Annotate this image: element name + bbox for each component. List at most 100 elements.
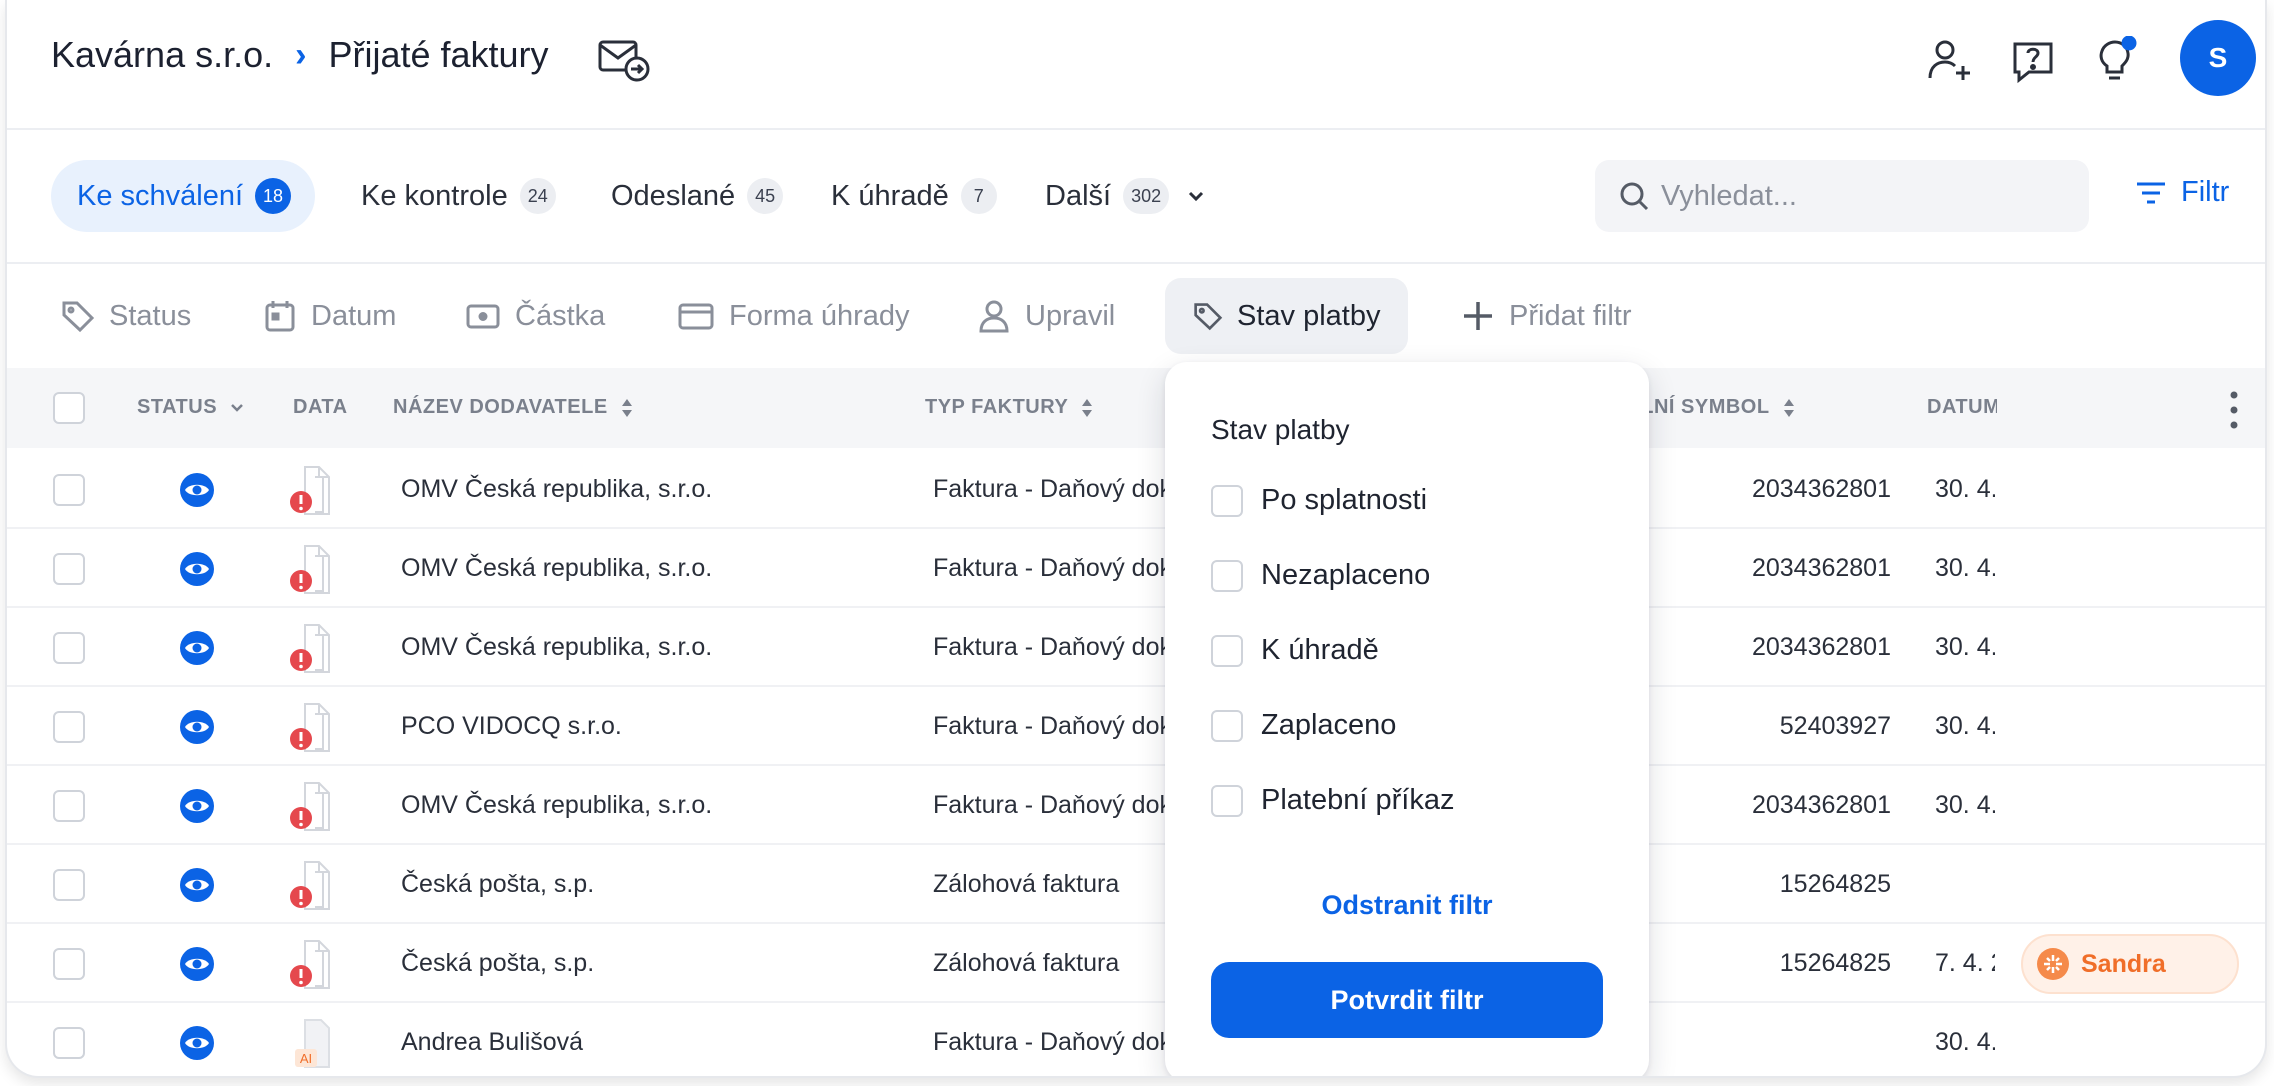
chip-datum[interactable]: Datum <box>263 278 396 354</box>
assignee-tag[interactable]: Sandra <box>2021 934 2239 994</box>
filter-chip-bar: Status Datum Částka Forma úhrady Upravil <box>7 266 2265 366</box>
chip-label: Přidat filtr <box>1509 299 1632 332</box>
row-checkbox[interactable] <box>53 711 85 743</box>
eye-status-icon[interactable] <box>179 867 215 903</box>
avatar[interactable]: S <box>2180 20 2256 96</box>
filter-button[interactable]: Filtr <box>2135 176 2229 209</box>
invoice-type: Faktura - Daňový doklad <box>933 475 1171 503</box>
variable-symbol-value: 2034362801 <box>1751 475 1891 503</box>
confirm-filter-button[interactable]: Potvrdit filtr <box>1211 962 1603 1038</box>
row-checkbox[interactable] <box>53 948 85 980</box>
more-vertical-icon[interactable] <box>2227 388 2241 432</box>
table-row[interactable]: AI Andrea Bulišová Faktura - Daňový dokl… <box>7 1003 2265 1076</box>
user-icon <box>979 300 1009 333</box>
option-checkbox[interactable] <box>1211 784 1243 817</box>
eye-status-icon[interactable] <box>179 472 215 508</box>
option-k-uhrade[interactable]: K úhradě <box>1211 634 1379 667</box>
chip-upravil[interactable]: Upravil <box>977 278 1115 354</box>
table-row[interactable]: OMV Česká republika, s.r.o. Faktura - Da… <box>7 450 2265 529</box>
app-window: Kavárna s.r.o. › Přijaté faktury S Ke sc… <box>5 0 2267 1078</box>
eye-status-icon[interactable] <box>179 551 215 587</box>
add-user-icon[interactable] <box>1925 36 1973 84</box>
help-icon[interactable] <box>2009 36 2057 84</box>
chip-status[interactable]: Status <box>61 278 191 354</box>
variable-symbol-value: 2034362801 <box>1751 633 1891 661</box>
row-checkbox[interactable] <box>53 632 85 664</box>
variable-symbol <box>1635 1028 1891 1057</box>
variable-symbol: 2034362801 <box>1635 791 1891 820</box>
option-platebni-prikaz[interactable]: Platební příkaz <box>1211 784 1454 817</box>
table-row[interactable]: PCO VIDOCQ s.r.o. Faktura - Daňový dokla… <box>7 687 2265 766</box>
option-checkbox[interactable] <box>1211 484 1243 517</box>
search-input[interactable] <box>1661 179 2061 213</box>
mail-forward-icon[interactable] <box>597 36 653 84</box>
tab-ke-kontrole[interactable]: Ke kontrole 24 <box>361 160 556 232</box>
document-ai-icon: AI <box>295 1019 330 1068</box>
tab-odeslane[interactable]: Odeslané 45 <box>611 160 784 232</box>
option-po-splatnosti[interactable]: Po splatnosti <box>1211 484 1427 517</box>
table-row[interactable]: OMV Česká republika, s.r.o. Faktura - Da… <box>7 766 2265 845</box>
option-checkbox[interactable] <box>1211 709 1243 742</box>
tab-ke-schvaleni[interactable]: Ke schválení 18 <box>51 160 316 232</box>
document-error-icon <box>290 861 330 910</box>
lightbulb-icon[interactable] <box>2091 36 2139 84</box>
assignee-spark-icon <box>2037 948 2069 980</box>
invoice-type: Zálohová faktura <box>933 949 1120 977</box>
select-all-checkbox[interactable] <box>53 392 85 424</box>
chip-stav-platby[interactable]: Stav platby <box>1165 278 1409 354</box>
row-checkbox[interactable] <box>53 553 85 585</box>
variable-symbol-value: 15264825 <box>1779 949 1891 977</box>
chip-label: Datum <box>311 299 397 332</box>
column-date[interactable]: DATUM <box>1927 396 1997 419</box>
tab-k-uhrade[interactable]: K úhradě 7 <box>831 160 997 232</box>
variable-symbol-value: 2034362801 <box>1751 791 1891 819</box>
eye-status-icon[interactable] <box>179 709 215 745</box>
invoice-date: 30. 4. <box>1935 633 1995 661</box>
supplier-name: Česká pošta, s.p. <box>401 949 595 977</box>
eye-status-icon[interactable] <box>179 1025 215 1061</box>
tab-count-badge: 302 <box>1123 178 1170 214</box>
row-checkbox[interactable] <box>53 1027 85 1059</box>
chip-pridat-filtr[interactable]: Přidat filtr <box>1461 278 1631 354</box>
table-header: STATUS DATA NÁZEV DODAVATELE TYP FAKTURY… <box>7 368 2265 448</box>
chip-forma-uhrady[interactable]: Forma úhrady <box>677 278 910 354</box>
eye-status-icon[interactable] <box>179 946 215 982</box>
variable-symbol: 2034362801 <box>1635 554 1891 583</box>
eye-status-icon[interactable] <box>179 630 215 666</box>
option-label: K úhradě <box>1261 634 1379 666</box>
eye-status-icon[interactable] <box>179 788 215 824</box>
filter-lines-icon <box>2137 182 2165 203</box>
column-status[interactable]: STATUS <box>137 396 245 419</box>
option-label: Nezaplaceno <box>1261 559 1431 591</box>
option-zaplaceno[interactable]: Zaplaceno <box>1211 709 1396 742</box>
supplier-name: OMV Česká republika, s.r.o. <box>401 554 713 582</box>
search-box <box>1595 160 2089 232</box>
option-label: Platební příkaz <box>1261 784 1455 816</box>
chip-castka[interactable]: Částka <box>465 278 605 354</box>
tab-label: K úhradě <box>831 179 949 212</box>
amount-icon <box>466 304 500 329</box>
option-checkbox[interactable] <box>1211 634 1243 667</box>
table-row[interactable]: OMV Česká republika, s.r.o. Faktura - Da… <box>7 608 2265 687</box>
column-label: NÁZEV DODAVATELE <box>393 396 608 418</box>
table-row[interactable]: Česká pošta, s.p. Zálohová faktura 15264… <box>7 845 2265 924</box>
option-checkbox[interactable] <box>1211 559 1243 592</box>
tab-dalsi[interactable]: Další 302 <box>1045 160 1207 232</box>
row-checkbox[interactable] <box>53 474 85 506</box>
row-checkbox[interactable] <box>53 869 85 901</box>
variable-symbol: 2034362801 <box>1635 633 1891 662</box>
option-nezaplaceno[interactable]: Nezaplaceno <box>1211 559 1430 592</box>
option-label: Zaplaceno <box>1261 709 1397 741</box>
column-label: STATUS <box>137 396 218 418</box>
sort-icon <box>1783 398 1794 417</box>
supplier-name: OMV Česká republika, s.r.o. <box>401 791 713 819</box>
remove-filter-link[interactable]: Odstranit filtr <box>1165 890 1649 921</box>
table-row[interactable]: OMV Česká republika, s.r.o. Faktura - Da… <box>7 529 2265 608</box>
breadcrumb-company[interactable]: Kavárna s.r.o. <box>51 34 273 76</box>
column-type[interactable]: TYP FAKTURY <box>925 396 1094 419</box>
ai-badge-label: AI <box>300 1051 312 1066</box>
table-row[interactable]: Česká pošta, s.p. Zálohová faktura 15264… <box>7 924 2265 1003</box>
row-checkbox[interactable] <box>53 790 85 822</box>
page-title: Přijaté faktury <box>328 34 549 75</box>
column-supplier[interactable]: NÁZEV DODAVATELE <box>393 396 634 419</box>
